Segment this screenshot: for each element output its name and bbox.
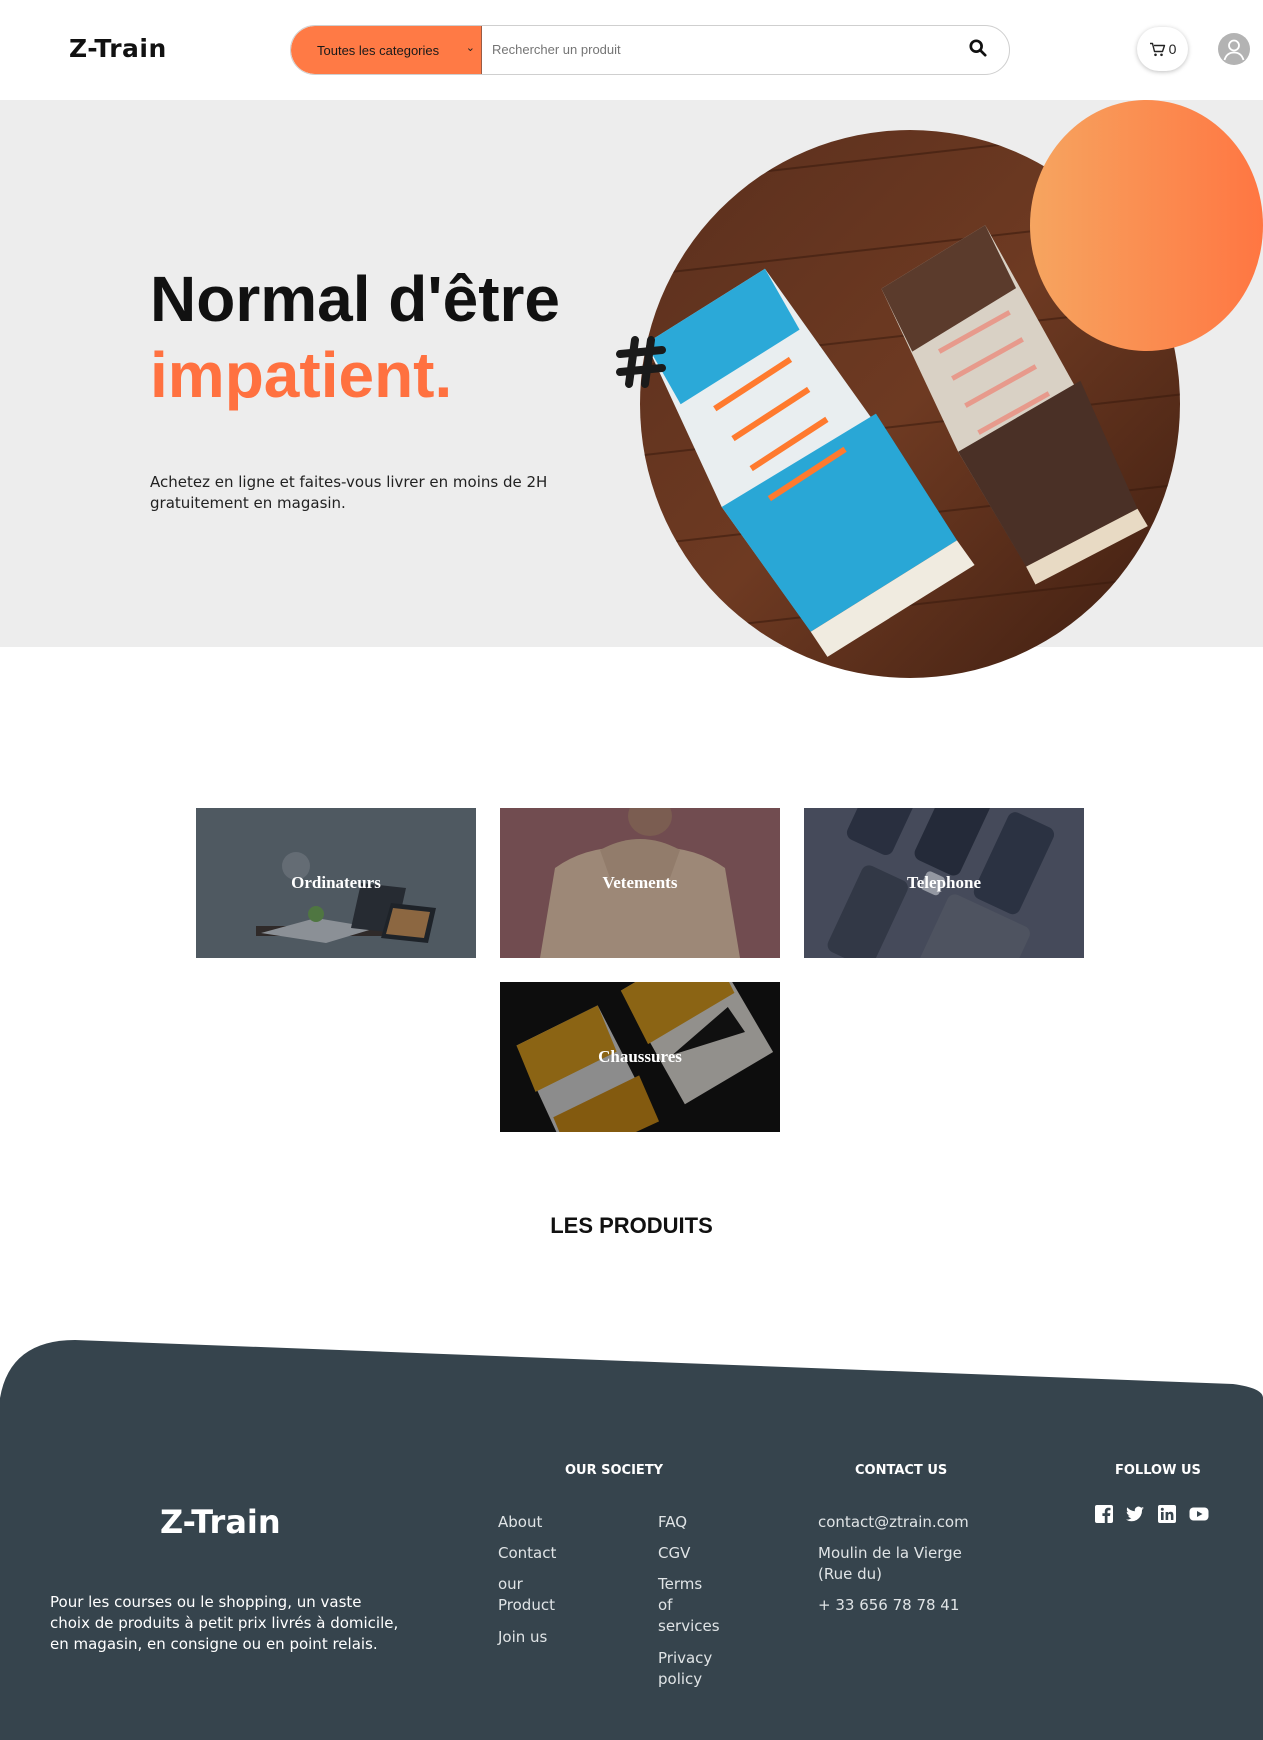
footer-link-about[interactable]: About [498,1512,542,1533]
category-card-chaussures[interactable]: Chaussures [500,982,780,1132]
footer-heading-follow: FOLLOW US [1115,1463,1201,1478]
category-label: Chaussures [598,1047,682,1066]
footer-link-contact[interactable]: Contact [498,1543,556,1564]
footer-heading-society: OUR SOCIETY [565,1463,664,1478]
chevron-down-icon: ⌄ [465,42,475,54]
category-label: Vetements [602,873,678,892]
category-label: Telephone [906,873,981,892]
footer-heading-contact: CONTACT US [855,1463,948,1478]
twitter-icon[interactable] [1125,1504,1145,1524]
category-label: Ordinateurs [291,873,381,892]
footer-link-faq[interactable]: FAQ [658,1512,687,1533]
hero-title-accent: impatient. [150,339,453,411]
category-card-ordinateurs[interactable]: Ordinateurs [196,808,476,958]
user-icon [1223,39,1245,61]
logo[interactable]: Z-Train [69,34,167,63]
footer-link-privacy[interactable]: Privacy policy [658,1648,720,1690]
products-section-title: LES PRODUITS [550,1213,713,1238]
linkedin-icon[interactable] [1157,1504,1177,1524]
user-avatar[interactable] [1218,33,1250,65]
footer-link-cgv[interactable]: CGV [658,1543,690,1564]
site-header: Z-Train Toutes les categories ⌄ Recherch… [0,0,1263,100]
cart-count: 0 [1168,41,1177,57]
footer-description: Pour les courses ou le shopping, un vast… [50,1593,399,1653]
cart-button[interactable]: 0 [1137,27,1188,71]
footer-contact-address: Moulin de la Vierge (Rue du) [818,1544,962,1583]
hash-icon [616,336,666,388]
cart-icon [1149,42,1165,56]
search-button[interactable] [969,39,991,61]
category-select[interactable]: Toutes les categories ⌄ [291,26,482,74]
footer-contact-email[interactable]: contact@ztrain.com [818,1512,969,1533]
decorative-orange-circle [1030,100,1263,351]
footer-link-terms[interactable]: Terms of services [658,1574,720,1637]
category-select-label: Toutes les categories [317,42,440,58]
category-card-telephone[interactable]: Telephone [804,808,1084,958]
facebook-icon[interactable] [1094,1504,1114,1524]
category-card-vetements[interactable]: Vetements [500,808,780,958]
footer-link-our-product[interactable]: our Product [498,1574,568,1616]
search-input[interactable]: Rechercher un produit [492,26,621,74]
search-bar: Toutes les categories ⌄ Rechercher un pr… [290,25,1010,75]
youtube-icon[interactable] [1189,1504,1209,1524]
footer-link-join-us[interactable]: Join us [498,1627,547,1648]
hero-title: Normal d'être [150,263,560,335]
footer-logo[interactable]: Z-Train [160,1503,281,1541]
hero-description: Achetez en ligne et faites-vous livrer e… [150,473,548,512]
footer-contact-phone: + 33 656 78 78 41 [818,1596,960,1614]
search-icon [969,39,987,57]
